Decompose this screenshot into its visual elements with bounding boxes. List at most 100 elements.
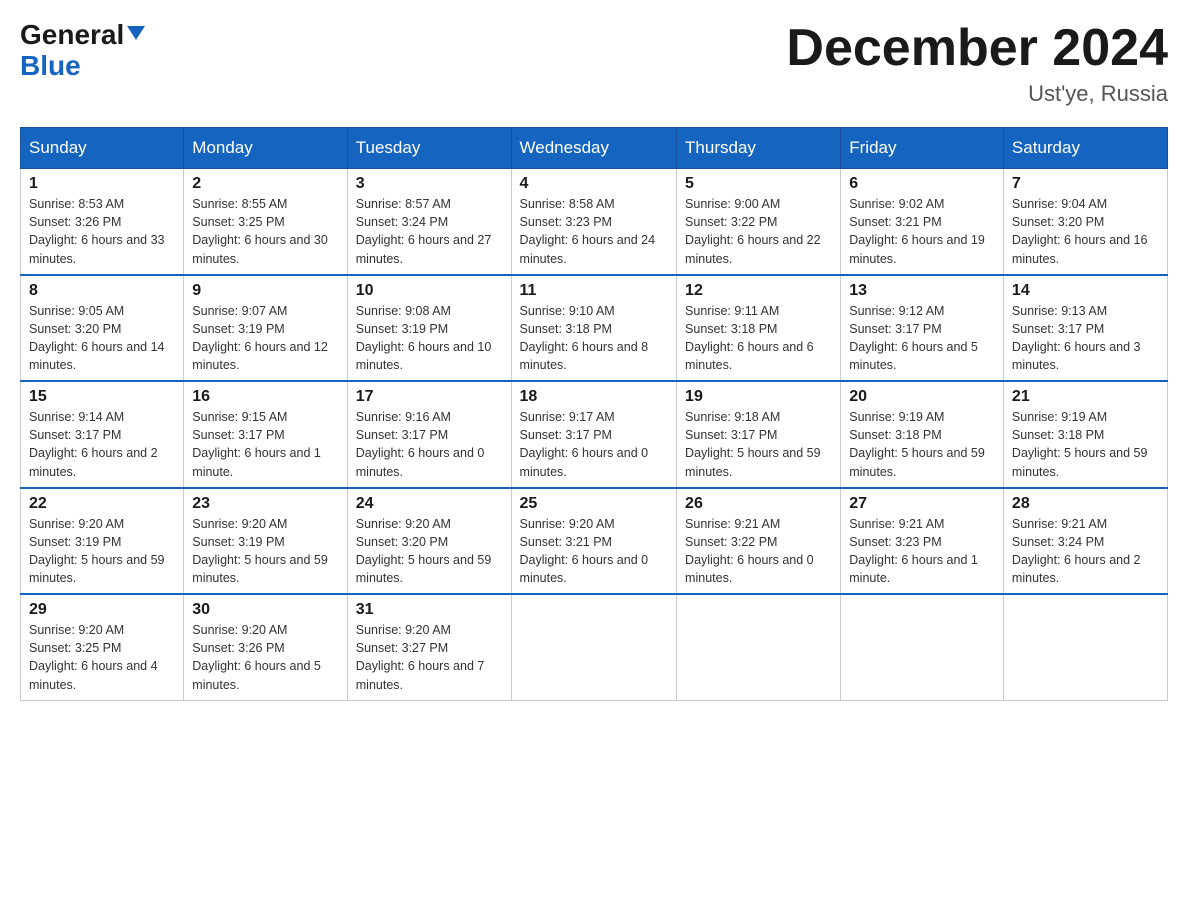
day-number: 17	[356, 388, 503, 406]
logo-triangle-icon	[127, 26, 145, 40]
table-row: 12 Sunrise: 9:11 AMSunset: 3:18 PMDaylig…	[677, 275, 841, 382]
page-header: General Blue December 2024 Ust'ye, Russi…	[20, 20, 1168, 107]
day-number: 15	[29, 388, 175, 406]
day-number: 16	[192, 388, 338, 406]
day-info: Sunrise: 9:00 AMSunset: 3:22 PMDaylight:…	[685, 197, 821, 265]
calendar-week-row: 22 Sunrise: 9:20 AMSunset: 3:19 PMDaylig…	[21, 488, 1168, 595]
logo-text: General	[20, 20, 145, 51]
table-row	[1003, 594, 1167, 700]
calendar-week-row: 8 Sunrise: 9:05 AMSunset: 3:20 PMDayligh…	[21, 275, 1168, 382]
day-number: 26	[685, 495, 832, 513]
table-row: 10 Sunrise: 9:08 AMSunset: 3:19 PMDaylig…	[347, 275, 511, 382]
table-row	[511, 594, 677, 700]
day-info: Sunrise: 9:21 AMSunset: 3:22 PMDaylight:…	[685, 517, 814, 585]
day-number: 3	[356, 175, 503, 193]
calendar-week-row: 29 Sunrise: 9:20 AMSunset: 3:25 PMDaylig…	[21, 594, 1168, 700]
day-info: Sunrise: 9:04 AMSunset: 3:20 PMDaylight:…	[1012, 197, 1148, 265]
day-info: Sunrise: 8:57 AMSunset: 3:24 PMDaylight:…	[356, 197, 492, 265]
day-number: 9	[192, 282, 338, 300]
calendar-header-row: Sunday Monday Tuesday Wednesday Thursday…	[21, 128, 1168, 169]
table-row: 13 Sunrise: 9:12 AMSunset: 3:17 PMDaylig…	[841, 275, 1004, 382]
table-row: 7 Sunrise: 9:04 AMSunset: 3:20 PMDayligh…	[1003, 169, 1167, 275]
table-row: 1 Sunrise: 8:53 AMSunset: 3:26 PMDayligh…	[21, 169, 184, 275]
day-info: Sunrise: 9:20 AMSunset: 3:21 PMDaylight:…	[520, 517, 649, 585]
table-row: 2 Sunrise: 8:55 AMSunset: 3:25 PMDayligh…	[184, 169, 347, 275]
day-info: Sunrise: 9:21 AMSunset: 3:23 PMDaylight:…	[849, 517, 978, 585]
table-row: 21 Sunrise: 9:19 AMSunset: 3:18 PMDaylig…	[1003, 381, 1167, 488]
day-number: 29	[29, 601, 175, 619]
table-row: 29 Sunrise: 9:20 AMSunset: 3:25 PMDaylig…	[21, 594, 184, 700]
day-number: 1	[29, 175, 175, 193]
col-saturday: Saturday	[1003, 128, 1167, 169]
day-number: 4	[520, 175, 669, 193]
table-row: 24 Sunrise: 9:20 AMSunset: 3:20 PMDaylig…	[347, 488, 511, 595]
day-info: Sunrise: 9:21 AMSunset: 3:24 PMDaylight:…	[1012, 517, 1141, 585]
day-info: Sunrise: 9:20 AMSunset: 3:20 PMDaylight:…	[356, 517, 492, 585]
day-info: Sunrise: 9:17 AMSunset: 3:17 PMDaylight:…	[520, 410, 649, 478]
day-info: Sunrise: 9:15 AMSunset: 3:17 PMDaylight:…	[192, 410, 321, 478]
day-number: 12	[685, 282, 832, 300]
day-number: 31	[356, 601, 503, 619]
day-number: 28	[1012, 495, 1159, 513]
table-row: 11 Sunrise: 9:10 AMSunset: 3:18 PMDaylig…	[511, 275, 677, 382]
table-row	[677, 594, 841, 700]
day-info: Sunrise: 9:14 AMSunset: 3:17 PMDaylight:…	[29, 410, 158, 478]
table-row: 9 Sunrise: 9:07 AMSunset: 3:19 PMDayligh…	[184, 275, 347, 382]
day-number: 6	[849, 175, 995, 193]
day-info: Sunrise: 9:20 AMSunset: 3:19 PMDaylight:…	[29, 517, 165, 585]
table-row: 31 Sunrise: 9:20 AMSunset: 3:27 PMDaylig…	[347, 594, 511, 700]
table-row: 3 Sunrise: 8:57 AMSunset: 3:24 PMDayligh…	[347, 169, 511, 275]
title-block: December 2024 Ust'ye, Russia	[786, 20, 1168, 107]
table-row: 6 Sunrise: 9:02 AMSunset: 3:21 PMDayligh…	[841, 169, 1004, 275]
day-info: Sunrise: 9:20 AMSunset: 3:25 PMDaylight:…	[29, 623, 158, 691]
location: Ust'ye, Russia	[786, 81, 1168, 107]
day-info: Sunrise: 9:05 AMSunset: 3:20 PMDaylight:…	[29, 304, 165, 372]
calendar-week-row: 1 Sunrise: 8:53 AMSunset: 3:26 PMDayligh…	[21, 169, 1168, 275]
day-info: Sunrise: 9:11 AMSunset: 3:18 PMDaylight:…	[685, 304, 814, 372]
day-info: Sunrise: 8:53 AMSunset: 3:26 PMDaylight:…	[29, 197, 165, 265]
table-row: 20 Sunrise: 9:19 AMSunset: 3:18 PMDaylig…	[841, 381, 1004, 488]
table-row: 15 Sunrise: 9:14 AMSunset: 3:17 PMDaylig…	[21, 381, 184, 488]
day-info: Sunrise: 9:18 AMSunset: 3:17 PMDaylight:…	[685, 410, 821, 478]
col-sunday: Sunday	[21, 128, 184, 169]
col-friday: Friday	[841, 128, 1004, 169]
col-monday: Monday	[184, 128, 347, 169]
table-row: 18 Sunrise: 9:17 AMSunset: 3:17 PMDaylig…	[511, 381, 677, 488]
day-info: Sunrise: 9:20 AMSunset: 3:26 PMDaylight:…	[192, 623, 321, 691]
day-info: Sunrise: 9:13 AMSunset: 3:17 PMDaylight:…	[1012, 304, 1141, 372]
table-row	[841, 594, 1004, 700]
day-number: 2	[192, 175, 338, 193]
day-number: 8	[29, 282, 175, 300]
table-row: 30 Sunrise: 9:20 AMSunset: 3:26 PMDaylig…	[184, 594, 347, 700]
table-row: 23 Sunrise: 9:20 AMSunset: 3:19 PMDaylig…	[184, 488, 347, 595]
day-number: 25	[520, 495, 669, 513]
day-info: Sunrise: 9:07 AMSunset: 3:19 PMDaylight:…	[192, 304, 328, 372]
day-info: Sunrise: 9:19 AMSunset: 3:18 PMDaylight:…	[849, 410, 985, 478]
day-number: 11	[520, 282, 669, 300]
col-thursday: Thursday	[677, 128, 841, 169]
day-info: Sunrise: 8:55 AMSunset: 3:25 PMDaylight:…	[192, 197, 328, 265]
table-row: 27 Sunrise: 9:21 AMSunset: 3:23 PMDaylig…	[841, 488, 1004, 595]
day-number: 10	[356, 282, 503, 300]
table-row: 5 Sunrise: 9:00 AMSunset: 3:22 PMDayligh…	[677, 169, 841, 275]
calendar-table: Sunday Monday Tuesday Wednesday Thursday…	[20, 127, 1168, 701]
day-number: 30	[192, 601, 338, 619]
day-number: 18	[520, 388, 669, 406]
table-row: 25 Sunrise: 9:20 AMSunset: 3:21 PMDaylig…	[511, 488, 677, 595]
logo-blue: Blue	[20, 50, 81, 81]
table-row: 22 Sunrise: 9:20 AMSunset: 3:19 PMDaylig…	[21, 488, 184, 595]
day-info: Sunrise: 9:10 AMSunset: 3:18 PMDaylight:…	[520, 304, 649, 372]
day-number: 7	[1012, 175, 1159, 193]
day-info: Sunrise: 8:58 AMSunset: 3:23 PMDaylight:…	[520, 197, 656, 265]
day-info: Sunrise: 9:19 AMSunset: 3:18 PMDaylight:…	[1012, 410, 1148, 478]
table-row: 16 Sunrise: 9:15 AMSunset: 3:17 PMDaylig…	[184, 381, 347, 488]
table-row: 14 Sunrise: 9:13 AMSunset: 3:17 PMDaylig…	[1003, 275, 1167, 382]
day-number: 23	[192, 495, 338, 513]
day-number: 19	[685, 388, 832, 406]
table-row: 8 Sunrise: 9:05 AMSunset: 3:20 PMDayligh…	[21, 275, 184, 382]
day-number: 13	[849, 282, 995, 300]
day-number: 27	[849, 495, 995, 513]
calendar-week-row: 15 Sunrise: 9:14 AMSunset: 3:17 PMDaylig…	[21, 381, 1168, 488]
day-info: Sunrise: 9:20 AMSunset: 3:27 PMDaylight:…	[356, 623, 485, 691]
day-number: 5	[685, 175, 832, 193]
